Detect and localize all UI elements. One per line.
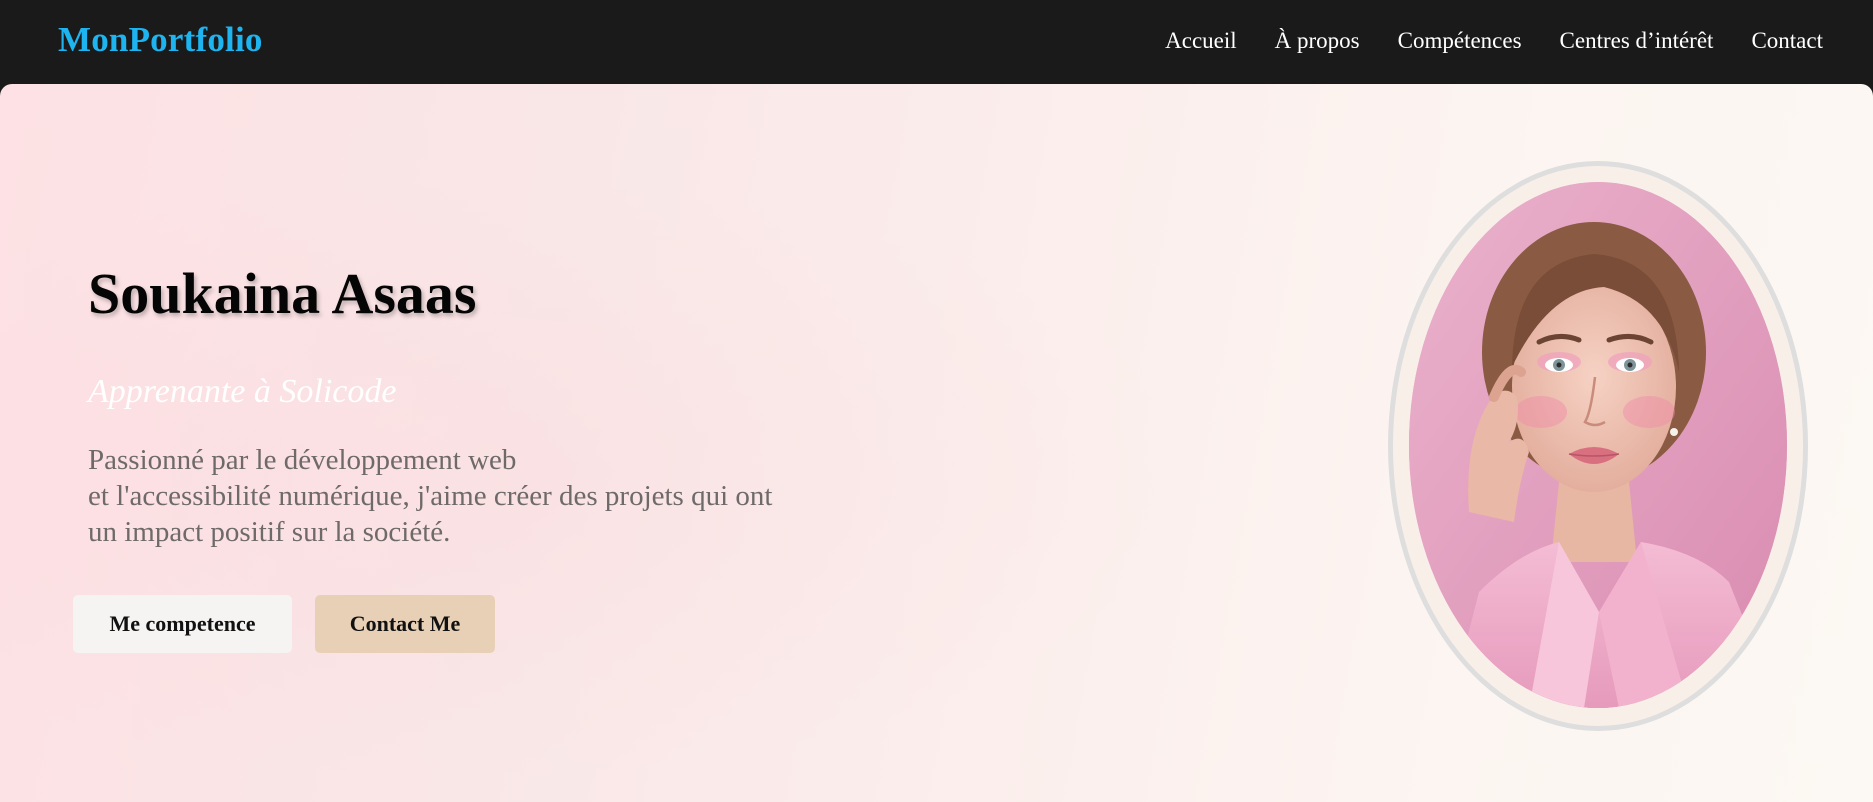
hero-name: Soukaina Asaas (88, 261, 477, 326)
hero-description-line: un impact positif sur la société. (88, 516, 451, 548)
hero-description-line: et l'accessibilité numérique, j'aime cré… (88, 480, 773, 512)
profile-photo-icon (1409, 182, 1787, 708)
nav-item-accueil: Accueil (1165, 26, 1237, 56)
nav-links: Accueil À propos Compétences Centres d’i… (1165, 26, 1823, 56)
hero-description: Passionné par le développement web et l'… (88, 442, 888, 550)
contact-button[interactable]: Contact Me (315, 595, 495, 653)
navbar: MonPortfolio Accueil À propos Compétence… (0, 0, 1873, 84)
nav-link-a-propos[interactable]: À propos (1275, 28, 1360, 53)
hero-subtitle: Apprenante à Solicode (88, 373, 397, 410)
nav-link-centres-interet[interactable]: Centres d’intérêt (1560, 28, 1714, 53)
nav-item-a-propos: À propos (1275, 26, 1360, 56)
profile-photo (1409, 182, 1787, 708)
nav-item-contact: Contact (1751, 26, 1823, 56)
nav-item-competences: Compétences (1398, 26, 1522, 56)
skills-button[interactable]: Me competence (73, 595, 292, 653)
nav-link-competences[interactable]: Compétences (1398, 28, 1522, 53)
nav-item-centres-interet: Centres d’intérêt (1560, 26, 1714, 56)
nav-link-accueil[interactable]: Accueil (1165, 28, 1237, 53)
hero-section: Soukaina Asaas Apprenante à Solicode Pas… (0, 84, 1873, 802)
hero-description-line: Passionné par le développement web (88, 444, 517, 476)
nav-link-contact[interactable]: Contact (1751, 28, 1823, 53)
brand-logo[interactable]: MonPortfolio (58, 18, 263, 62)
